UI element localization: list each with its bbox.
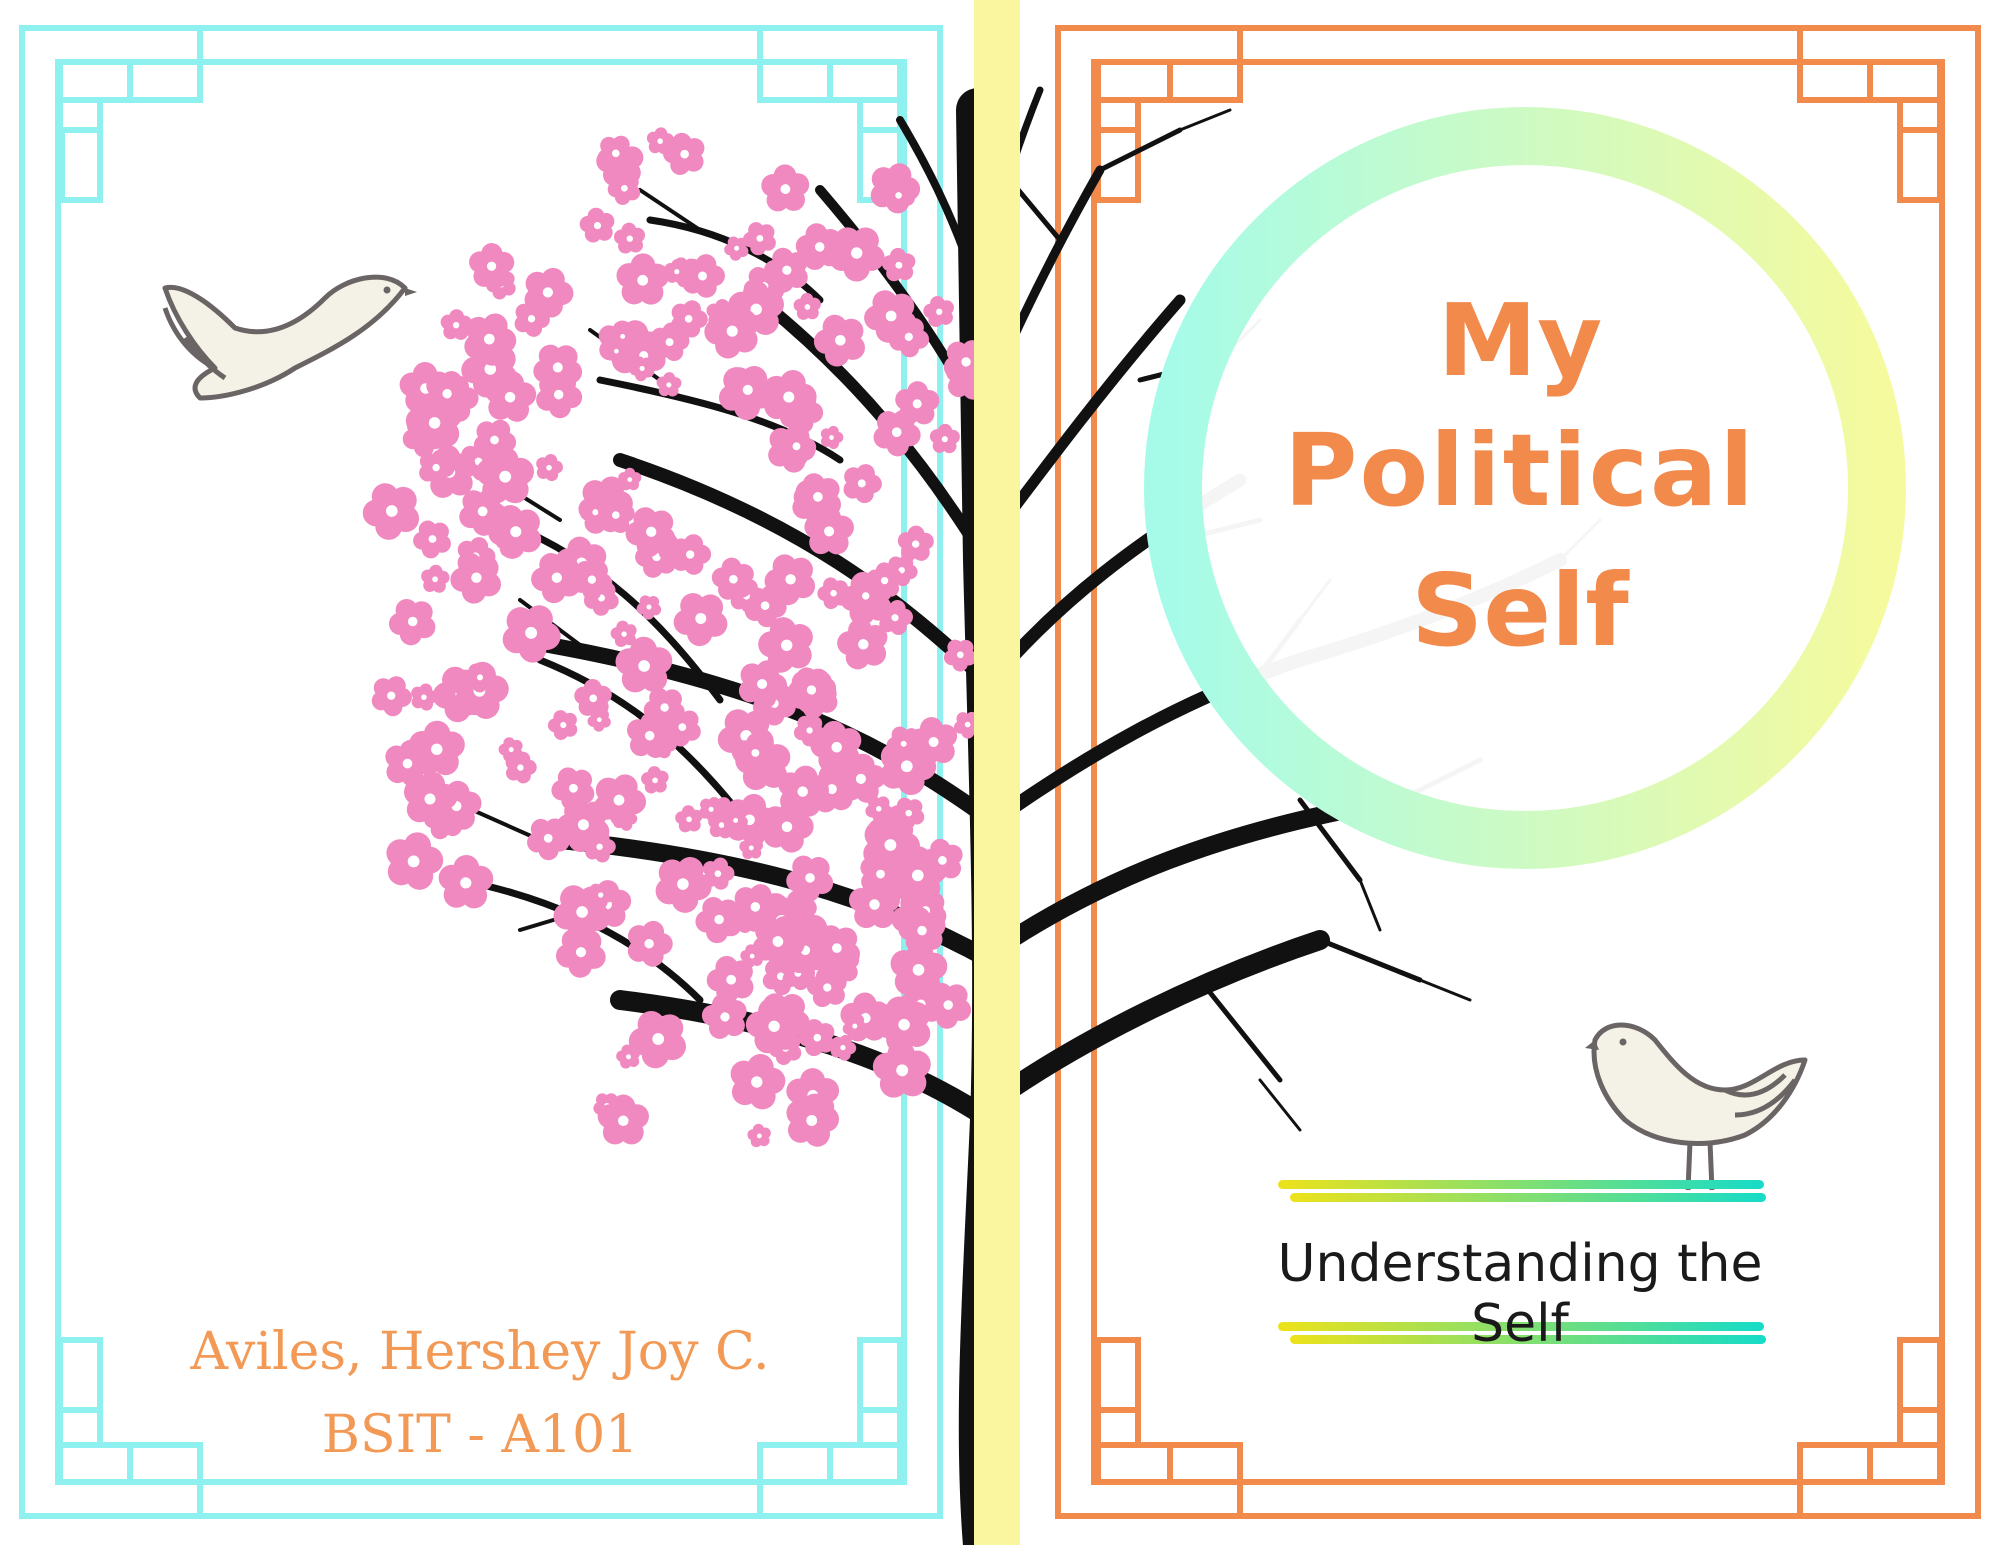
cover-subtitle: Understanding the Self	[1277, 1234, 1763, 1354]
lattice-corner-icon	[1797, 1337, 1978, 1519]
subtitle-bar-top	[1278, 1180, 1766, 1202]
cover-title-line-3: Self	[1411, 552, 1629, 669]
blossom-flower	[610, 217, 651, 259]
blossom-flower	[437, 854, 495, 909]
blossom-flower	[419, 563, 451, 594]
lattice-corner-icon	[1058, 25, 1243, 203]
blossom-flower	[615, 252, 670, 305]
dove-perched-icon	[1585, 1022, 1808, 1191]
blossom-flower	[837, 457, 888, 508]
blossom-flower	[790, 289, 826, 325]
lattice-corner-icon	[1797, 25, 1978, 203]
lattice-corner-icon	[22, 25, 203, 203]
blossom-flower	[655, 371, 682, 398]
blossom-flower	[532, 450, 566, 484]
blossom-flower	[380, 588, 447, 654]
cover-title-line-1: My	[1437, 282, 1603, 399]
blossom-cluster	[353, 124, 998, 1152]
book-spine	[974, 0, 1020, 1545]
lattice-corner-icon	[1058, 1337, 1243, 1519]
blossom-flower	[744, 1119, 776, 1152]
blossom-flower	[439, 308, 473, 341]
blossom-flower	[468, 242, 515, 288]
author-name: Aviles, Hershey Joy C.	[190, 1322, 770, 1382]
blossom-flower	[408, 720, 466, 776]
blossom-flower	[575, 201, 622, 249]
blossom-flower	[756, 158, 817, 220]
blossom-flower	[637, 761, 674, 799]
dove-flying-icon	[162, 274, 417, 401]
blossom-flower	[492, 592, 572, 671]
blossom-flower	[632, 589, 667, 624]
blossom-flower	[543, 703, 585, 746]
blossom-flower	[364, 668, 419, 722]
blossom-flower	[407, 680, 441, 713]
author-section: BSIT - A101	[321, 1405, 639, 1465]
cover-title-line-2: Political	[1284, 412, 1756, 529]
blossom-flower	[877, 242, 922, 287]
blossom-flower	[929, 423, 961, 454]
